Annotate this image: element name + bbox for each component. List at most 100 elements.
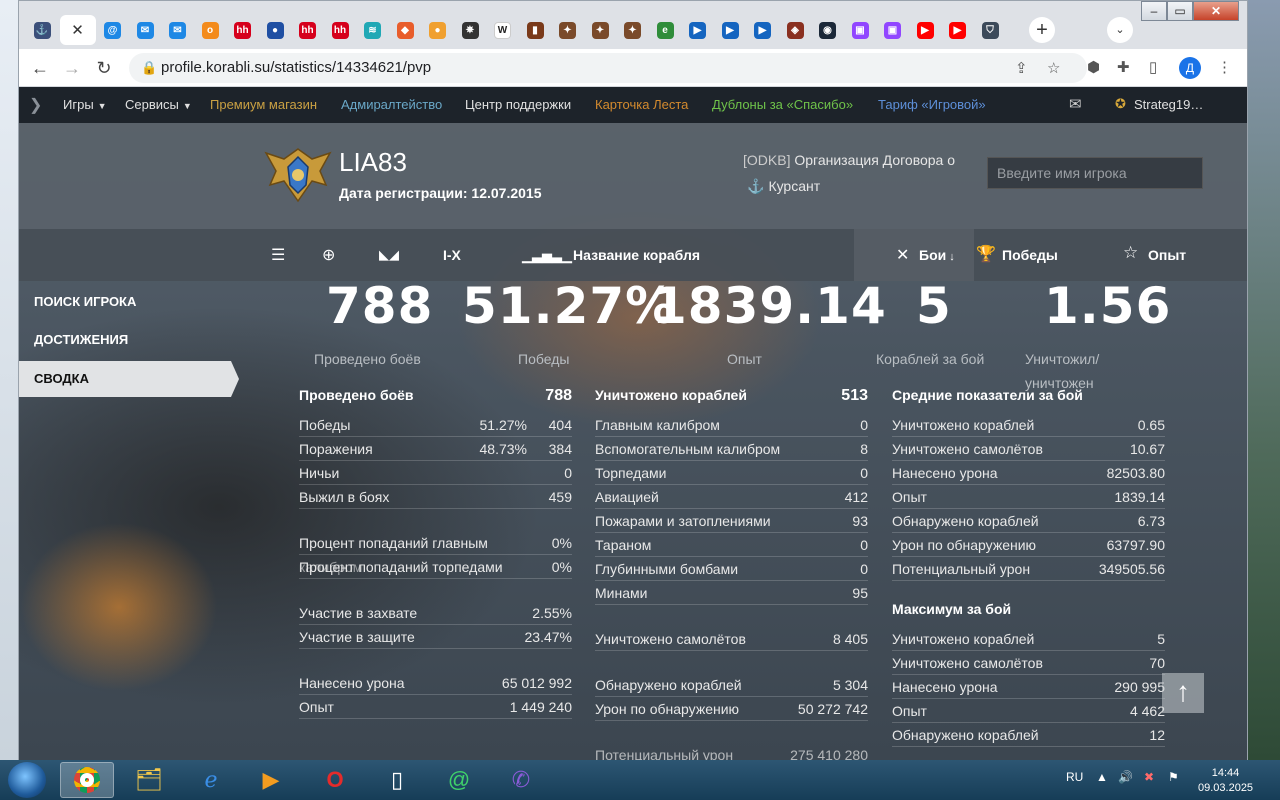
chrome-taskbar-icon[interactable] [60, 762, 114, 798]
close-icon[interactable]: ✕ [71, 21, 84, 39]
ship-type-filter-icon[interactable]: ◣◢ [379, 247, 399, 263]
browser-tab[interactable]: hh [293, 15, 323, 45]
browser-tab[interactable]: ▶ [748, 15, 778, 45]
sidebar-item-achievements[interactable]: ДОСТИЖЕНИЯ [19, 322, 231, 358]
browser-tab[interactable]: ▶ [715, 15, 745, 45]
system-clock[interactable]: 14:44 09.03.2025 [1198, 766, 1253, 796]
browser-tab[interactable]: ✦ [553, 15, 583, 45]
nav-games[interactable]: Игры ▼ [63, 97, 107, 112]
rank-emblem-icon [264, 148, 332, 203]
browser-tab[interactable]: ▮ [520, 15, 550, 45]
user-menu[interactable]: Strateg19… [1134, 97, 1203, 112]
browser-tab[interactable]: hh [228, 15, 258, 45]
minimize-button[interactable]: – [1141, 1, 1167, 21]
menu-kebab-icon[interactable]: ⋮ [1217, 58, 1232, 76]
wins-sort[interactable]: Победы [1002, 247, 1058, 263]
browser-tab[interactable]: @ [98, 15, 128, 45]
browser-tab[interactable]: e [650, 15, 680, 45]
browser-tab[interactable]: W [488, 15, 518, 45]
ship-class-filter-icon[interactable]: ☰ [271, 245, 285, 265]
tier-filter[interactable]: I-X [443, 247, 461, 263]
extensions-puzzle-icon[interactable]: ✚ [1117, 58, 1130, 76]
forward-icon[interactable]: → [61, 57, 83, 79]
url-text[interactable]: profile.korabli.su/statistics/14334621/p… [161, 59, 431, 76]
battles-sort[interactable]: Бои ↓ [919, 247, 955, 263]
extension-icon[interactable]: ⬢ [1087, 58, 1100, 76]
browser-tab[interactable]: ● [260, 15, 290, 45]
mail-at-taskbar-icon[interactable]: @ [432, 762, 486, 798]
browser-tab[interactable]: ▶ [683, 15, 713, 45]
nav-tariff[interactable]: Тариф «Игровой» [878, 97, 986, 112]
tray-expand-icon[interactable]: ▲ [1096, 770, 1108, 784]
browser-tab[interactable]: ◆ [390, 15, 420, 45]
close-window-button[interactable]: ✕ [1193, 1, 1239, 21]
browser-tab[interactable]: ≋ [358, 15, 388, 45]
clan-link[interactable]: [ODKB] Организация Договора о [743, 152, 955, 168]
browser-tab[interactable]: ▣ [878, 15, 908, 45]
browser-tab[interactable]: ✦ [585, 15, 615, 45]
stats-row: Поражения 48.73% 384 [299, 437, 572, 461]
profile-avatar[interactable]: Д [1179, 57, 1201, 79]
ie-taskbar-icon[interactable]: ℯ [184, 762, 238, 798]
ship-name-sort[interactable]: Название корабля [573, 247, 700, 263]
sidebar-item-summary[interactable]: СВОДКА [19, 361, 239, 397]
share-icon[interactable]: ⇪ [1015, 59, 1028, 77]
maximize-button[interactable]: ▭ [1167, 1, 1193, 21]
explorer-taskbar-icon[interactable]: 🗂 [122, 762, 176, 798]
viber-taskbar-icon[interactable]: ✆ [494, 762, 548, 798]
reload-icon[interactable]: ↻ [93, 57, 115, 79]
browser-tab[interactable]: о [195, 15, 225, 45]
clan-name[interactable]: Организация Договора о [790, 152, 955, 168]
bookmark-star-icon[interactable]: ☆ [1047, 59, 1060, 77]
scroll-to-top-button[interactable]: ↑ [1162, 673, 1204, 713]
browser-tab[interactable]: ⚓ [27, 15, 57, 45]
nav-premium-shop[interactable]: Премиум магазин [210, 97, 317, 112]
browser-tab[interactable]: ● [423, 15, 453, 45]
stats-row: Проведено боёв 788 [299, 387, 572, 404]
windows-taskbar: 🗂 ℯ ▶ O ▯ @ ✆ RU ▲ 🔊 ✖ ⚑ 14:44 09.03.2025 [0, 760, 1280, 800]
back-icon[interactable]: ← [29, 57, 51, 79]
browser-tab[interactable]: ▶ [943, 15, 973, 45]
browser-tab[interactable]: ✉ [130, 15, 160, 45]
lock-icon[interactable]: 🔒 [141, 60, 157, 76]
new-tab-button[interactable]: + [1029, 17, 1055, 43]
sidebar-item-search[interactable]: ПОИСК ИГРОКА [19, 284, 231, 320]
media-player-taskbar-icon[interactable]: ▶ [244, 762, 298, 798]
notifications-icon[interactable]: ✉ [1069, 95, 1082, 113]
network-icon[interactable]: ✖ [1144, 770, 1154, 784]
tab-search-button[interactable]: ⌄ [1107, 17, 1133, 43]
stats-row: Опыт 1839.14 [892, 485, 1165, 509]
nav-admiralty[interactable]: Адмиралтейство [341, 97, 442, 112]
side-panel-icon[interactable]: ▯ [1149, 58, 1157, 76]
xp-sort[interactable]: Опыт [1148, 247, 1186, 263]
volume-icon[interactable]: 🔊 [1118, 770, 1133, 784]
clan-tag[interactable]: [ODKB] [743, 152, 790, 168]
browser-tab[interactable]: ▶ [910, 15, 940, 45]
browser-tab[interactable]: ✕ [59, 15, 96, 45]
nav-services[interactable]: Сервисы ▼ [125, 97, 192, 112]
address-bar[interactable]: 🔒 profile.korabli.su/statistics/14334621… [129, 53, 1087, 83]
browser-tab[interactable]: ◈ [780, 15, 810, 45]
stats-row: Обнаружено кораблей 12 [892, 723, 1165, 747]
nav-lesta-card[interactable]: Карточка Леста [595, 97, 688, 112]
window-controls: – ▭ ✕ [1141, 1, 1239, 21]
browser-tab[interactable]: hh [325, 15, 355, 45]
lesta-logo-icon[interactable]: ❯ [29, 95, 42, 115]
language-indicator[interactable]: RU [1066, 770, 1083, 784]
chevron-down-icon: ▼ [182, 101, 192, 111]
nav-support[interactable]: Центр поддержки [465, 97, 571, 112]
opera-taskbar-icon[interactable]: O [308, 762, 362, 798]
play-icon: ▶ [754, 21, 771, 39]
browser-tab[interactable]: ✵ [455, 15, 485, 45]
document-taskbar-icon[interactable]: ▯ [370, 762, 424, 798]
start-button[interactable] [8, 762, 46, 798]
browser-tab[interactable]: ✉ [163, 15, 193, 45]
browser-tab[interactable]: ⛉ [975, 15, 1005, 45]
player-search-input[interactable] [987, 157, 1203, 189]
nav-doubloons[interactable]: Дублоны за «Спасибо» [712, 97, 853, 112]
browser-tab[interactable]: ▣ [845, 15, 875, 45]
nation-filter-icon[interactable]: ⊕ [322, 245, 335, 265]
browser-tab[interactable]: ✦ [618, 15, 648, 45]
browser-tab[interactable]: ◉ [813, 15, 843, 45]
action-center-icon[interactable]: ⚑ [1168, 770, 1179, 784]
